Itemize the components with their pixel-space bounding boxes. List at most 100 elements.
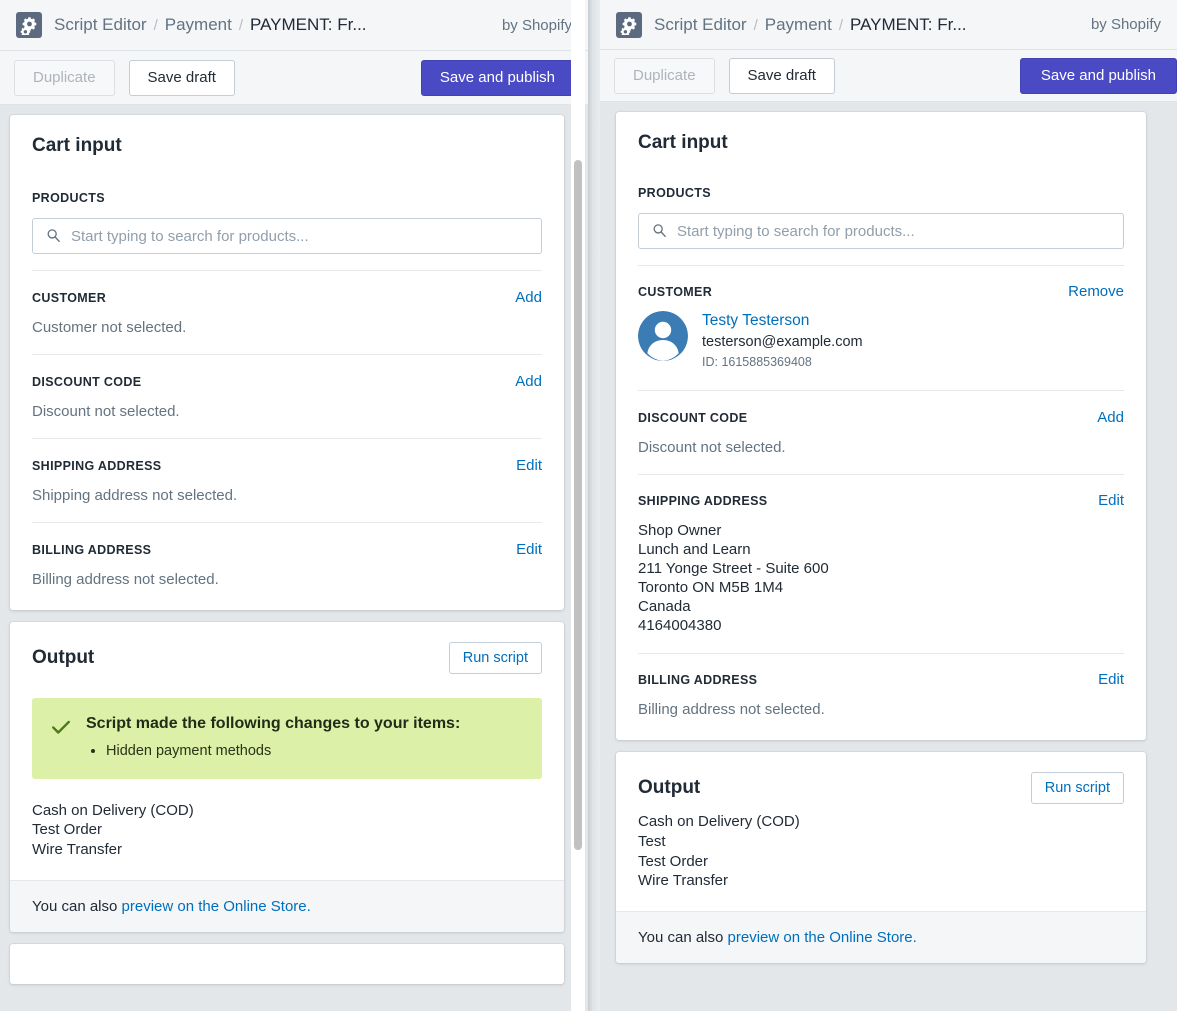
list-item: Cash on Delivery (COD): [32, 801, 194, 819]
cart-input-title: Cart input: [638, 132, 728, 153]
check-icon: [50, 714, 72, 763]
right-action-bar: Duplicate Save draft Save and publish: [600, 50, 1177, 102]
person-avatar-icon: [638, 311, 688, 361]
cart-input-card: Cart input PRODUCTS Start typing to sear…: [616, 112, 1146, 740]
customer-label: CUSTOMER: [32, 291, 107, 305]
shipping-edit-link[interactable]: Edit: [1098, 492, 1124, 509]
output-footer: You can also preview on the Online Store…: [10, 879, 564, 932]
billing-edit-link[interactable]: Edit: [1098, 671, 1124, 688]
shipping-address-value: Shop Owner Lunch and Learn 211 Yonge Str…: [638, 521, 1124, 635]
left-screenshot-pane: Script Editor / Payment / PAYMENT: Fr...…: [0, 0, 588, 1011]
products-label: PRODUCTS: [638, 186, 711, 200]
list-item: Test Order: [638, 852, 709, 870]
list-item: Cash on Delivery (COD): [638, 812, 800, 830]
products-label: PRODUCTS: [32, 191, 105, 205]
breadcrumb-separator-1: /: [753, 16, 758, 34]
save-and-publish-button[interactable]: Save and publish: [420, 59, 574, 96]
gears-icon: [16, 12, 42, 38]
list-item: Wire Transfer: [638, 872, 729, 890]
by-shopify-label: by Shopify: [501, 16, 572, 34]
search-icon: [46, 228, 61, 247]
cart-input-title: Cart input: [32, 135, 122, 156]
billing-empty-text: Billing address not selected.: [638, 700, 825, 718]
gears-icon: [616, 11, 642, 38]
address-line: Lunch and Learn: [638, 540, 751, 558]
footer-prefix-text: You can also: [638, 929, 728, 947]
customer-label: CUSTOMER: [638, 285, 713, 299]
output-payment-methods: Cash on Delivery (COD) Test Order Wire T…: [10, 779, 564, 880]
shipping-empty-text: Shipping address not selected.: [32, 487, 238, 504]
preview-online-store-link[interactable]: preview on the Online Store.: [728, 929, 917, 946]
script-changes-banner: Script made the following changes to you…: [32, 698, 542, 779]
output-card: Output Run script Cash on Delivery (COD)…: [616, 751, 1146, 964]
right-scroll-body: Cart input PRODUCTS Start typing to sear…: [600, 102, 1177, 1011]
duplicate-button[interactable]: Duplicate: [14, 59, 115, 96]
banner-change-list: Hidden payment methods: [106, 741, 460, 763]
scrollbar-thumb[interactable]: [574, 160, 582, 850]
shipping-address-label: SHIPPING ADDRESS: [32, 459, 162, 473]
breadcrumb-app[interactable]: Script Editor: [654, 15, 747, 35]
output-title: Output: [32, 647, 95, 668]
left-topbar: Script Editor / Payment / PAYMENT: Fr...…: [0, 0, 588, 51]
vertical-scrollbar[interactable]: [571, 0, 585, 1011]
footer-prefix-text: You can also: [32, 897, 122, 915]
comparison-stage: Script Editor / Payment / PAYMENT: Fr...…: [0, 0, 1177, 1011]
discount-add-link[interactable]: Add: [515, 373, 542, 390]
output-footer: You can also preview on the Online Store…: [616, 911, 1146, 964]
save-draft-button[interactable]: Save draft: [128, 59, 235, 96]
save-draft-button[interactable]: Save draft: [728, 57, 835, 94]
address-line: 211 Yonge Street - Suite 600: [638, 559, 829, 577]
output-card: Output Run script Script made the follow…: [10, 622, 564, 932]
breadcrumb-separator-2: /: [238, 17, 244, 34]
address-line: 4164004380: [638, 616, 722, 634]
billing-address-label: BILLING ADDRESS: [32, 543, 152, 557]
discount-add-link[interactable]: Add: [1097, 409, 1124, 426]
customer-details: Testy Testerson testerson@example.com ID…: [638, 311, 1124, 372]
banner-title: Script made the following changes to you…: [86, 715, 461, 732]
cart-input-card: Cart input PRODUCTS Start typing to sear…: [10, 115, 564, 610]
preview-online-store-link[interactable]: preview on the Online Store.: [122, 898, 311, 915]
shipping-edit-link[interactable]: Edit: [516, 457, 542, 474]
products-search-placeholder: Start typing to search for products...: [71, 227, 309, 245]
run-script-button[interactable]: Run script: [448, 642, 542, 674]
billing-edit-link[interactable]: Edit: [516, 541, 542, 558]
duplicate-button[interactable]: Duplicate: [614, 57, 715, 94]
discount-code-label: DISCOUNT CODE: [32, 375, 142, 389]
list-item: Test: [638, 832, 666, 850]
left-scroll-body: Cart input PRODUCTS Start typing to sear…: [0, 105, 588, 1011]
customer-name-link[interactable]: Testy Testerson: [702, 312, 809, 329]
address-line: Toronto ON M5B 1M4: [638, 578, 784, 596]
billing-empty-text: Billing address not selected.: [32, 571, 219, 588]
discount-code-label: DISCOUNT CODE: [638, 410, 748, 425]
customer-email: testerson@example.com: [702, 333, 863, 350]
discount-empty-text: Discount not selected.: [638, 438, 786, 456]
by-shopify-label: by Shopify: [1090, 16, 1161, 33]
breadcrumb: Script Editor / Payment / PAYMENT: Fr...: [654, 15, 967, 35]
save-and-publish-button[interactable]: Save and publish: [1019, 57, 1177, 94]
run-script-button[interactable]: Run script: [1030, 771, 1124, 804]
products-search-input[interactable]: Start typing to search for products...: [32, 218, 542, 254]
customer-add-link[interactable]: Add: [515, 289, 542, 306]
billing-address-label: BILLING ADDRESS: [638, 672, 758, 687]
list-item: Wire Transfer: [32, 841, 123, 859]
breadcrumb-app[interactable]: Script Editor: [54, 15, 147, 35]
breadcrumb-separator-1: /: [153, 17, 158, 34]
customer-id: ID: 1615885369408: [702, 354, 812, 369]
breadcrumb-current: PAYMENT: Fr...: [250, 15, 367, 34]
breadcrumb-separator-2: /: [838, 16, 844, 34]
address-line: Canada: [638, 597, 691, 615]
customer-empty-text: Customer not selected.: [32, 319, 187, 336]
right-screenshot-pane: Script Editor / Payment / PAYMENT: Fr...…: [600, 0, 1177, 1011]
breadcrumb-section[interactable]: Payment: [165, 15, 232, 35]
list-item: Test Order: [32, 821, 103, 839]
left-action-bar: Duplicate Save draft Save and publish: [0, 51, 588, 105]
products-search-input[interactable]: Start typing to search for products...: [638, 213, 1124, 249]
right-topbar: Script Editor / Payment / PAYMENT: Fr...…: [600, 0, 1177, 50]
address-line: Shop Owner: [638, 521, 722, 539]
list-item: Hidden payment methods: [106, 741, 460, 763]
output-title: Output: [638, 776, 701, 798]
customer-remove-link[interactable]: Remove: [1068, 283, 1124, 300]
shipping-address-label: SHIPPING ADDRESS: [638, 493, 768, 508]
discount-empty-text: Discount not selected.: [32, 403, 180, 420]
breadcrumb-section[interactable]: Payment: [765, 15, 832, 35]
